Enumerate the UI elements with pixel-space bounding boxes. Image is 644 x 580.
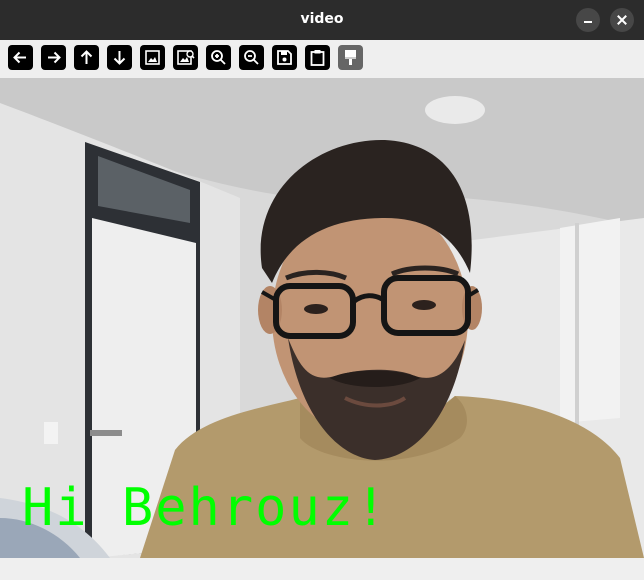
properties-button[interactable] <box>338 45 363 70</box>
close-button[interactable] <box>610 8 634 32</box>
paint-brush-icon <box>345 50 356 65</box>
zoom-out-icon <box>244 50 259 65</box>
arrow-down-icon <box>113 51 126 65</box>
zoom-in-button[interactable] <box>206 45 231 70</box>
image-icon <box>145 50 160 65</box>
pan-down-button[interactable] <box>107 45 132 70</box>
status-bar <box>0 558 644 580</box>
toolbar <box>0 40 644 78</box>
pan-right-button[interactable] <box>41 45 66 70</box>
pan-up-button[interactable] <box>74 45 99 70</box>
zoom-in-icon <box>211 50 226 65</box>
zoom-fit-button[interactable] <box>140 45 165 70</box>
minimize-button[interactable] <box>576 8 600 32</box>
zoom-out-button[interactable] <box>239 45 264 70</box>
save-button[interactable] <box>272 45 297 70</box>
image-search-icon <box>177 50 195 65</box>
arrow-up-icon <box>80 50 93 64</box>
video-window: video Hi Behrouz! <box>0 0 644 580</box>
video-frame: Hi Behrouz! <box>0 78 644 558</box>
zoom-original-button[interactable] <box>173 45 198 70</box>
greeting-overlay-text: Hi Behrouz! <box>22 478 389 538</box>
save-icon <box>277 50 292 65</box>
arrow-right-icon <box>48 51 61 64</box>
copy-button[interactable] <box>305 45 330 70</box>
clipboard-icon <box>310 50 325 66</box>
window-title: video <box>300 11 344 27</box>
title-bar[interactable]: video <box>0 0 644 40</box>
arrow-left-icon <box>13 51 26 64</box>
pan-left-button[interactable] <box>8 45 33 70</box>
